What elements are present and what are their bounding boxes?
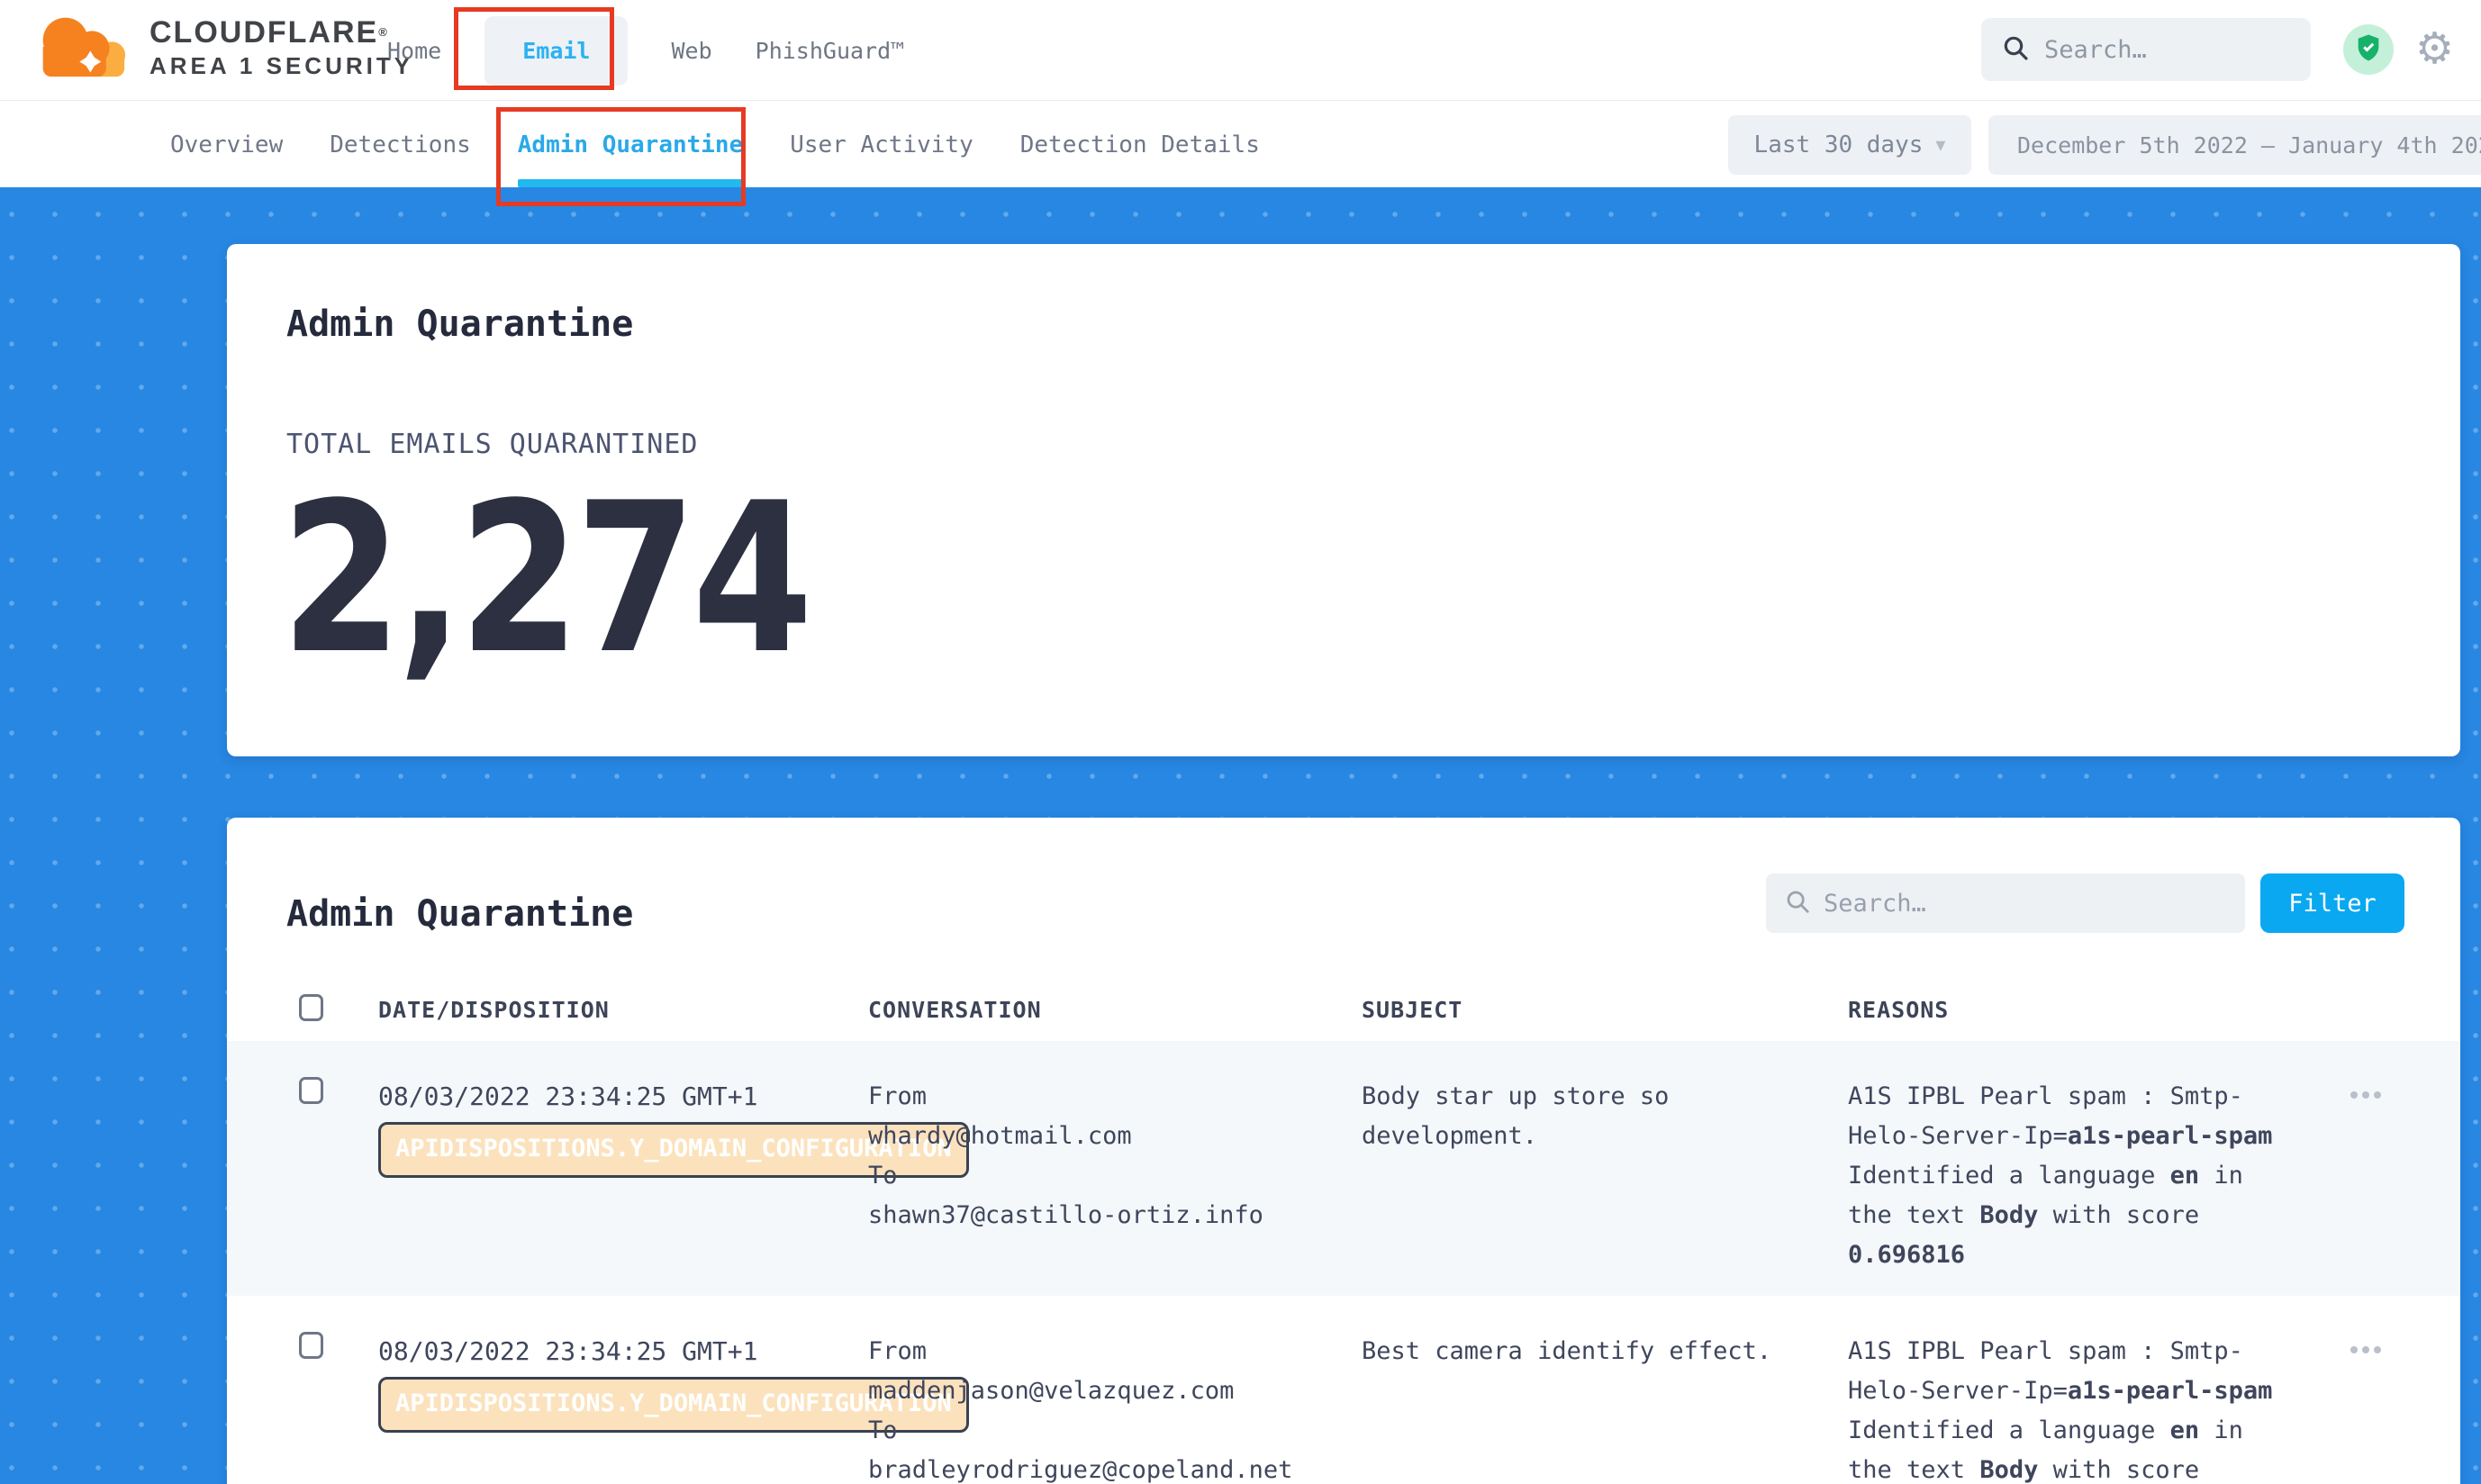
column-header-subject: SUBJECT — [1362, 997, 1848, 1023]
shield-check-icon — [2353, 32, 2384, 67]
conversation-cell: From maddenjason@velazquez.com To bradle… — [868, 1332, 1336, 1484]
subject-cell: Best camera identify effect. — [1362, 1332, 1812, 1484]
header-search — [1981, 18, 2311, 81]
column-header-reasons: REASONS — [1848, 997, 2334, 1023]
table-body: 08/03/2022 23:34:25 GMT+1 From whardy@ho… — [227, 1041, 2460, 1484]
email-sub-navigation: Overview Detections Admin Quarantine Use… — [0, 102, 2481, 187]
table-header-row: DATE/DISPOSITION CONVERSATION SUBJECT RE… — [227, 978, 2460, 1041]
quarantine-table-card: Admin Quarantine Filter DATE/DISPOSITION… — [227, 818, 2460, 1484]
table-row: 08/03/2022 23:34:25 GMT+1 From whardy@ho… — [227, 1041, 2460, 1296]
header-search-input[interactable] — [2044, 36, 2296, 64]
cloudflare-cloud-icon — [29, 9, 137, 86]
table-search — [1766, 873, 2245, 933]
nav-item-email[interactable]: Email — [484, 16, 628, 86]
table-search-input[interactable] — [1824, 890, 2166, 918]
gear-icon[interactable]: ⚙ — [2415, 22, 2454, 76]
tab-detection-details[interactable]: Detection Details — [1020, 102, 1260, 187]
brand-subtitle: AREA 1 SECURITY — [149, 52, 413, 79]
table-card-title: Admin Quarantine — [286, 893, 633, 935]
quarantine-table: DATE/DISPOSITION CONVERSATION SUBJECT RE… — [227, 978, 2460, 1484]
column-header-conversation: CONVERSATION — [868, 997, 1362, 1023]
metric-value: 2,274 — [281, 471, 809, 689]
row-checkbox[interactable] — [299, 1332, 323, 1359]
tab-admin-quarantine[interactable]: Admin Quarantine — [518, 102, 743, 187]
caret-down-icon: ▾ — [1935, 134, 1945, 157]
reasons-cell: A1S IPBL Pearl spam : Smtp-Helo-Server-I… — [1848, 1332, 2298, 1484]
nav-item-phishguard[interactable]: PhishGuard™ — [756, 38, 905, 64]
cloudflare-logo[interactable]: CLOUDFLARE® AREA 1 SECURITY — [29, 9, 413, 86]
date-range-picker[interactable]: December 5th 2022 — January 4th 2023 — [1988, 115, 2481, 175]
column-header-date: DATE/DISPOSITION — [378, 997, 868, 1023]
summary-card-title: Admin Quarantine — [286, 303, 633, 345]
row-overflow-menu-icon[interactable] — [2350, 1091, 2433, 1099]
row-checkbox[interactable] — [299, 1077, 323, 1104]
security-status-button[interactable] — [2343, 24, 2394, 75]
search-icon — [1784, 888, 1811, 918]
search-icon — [2001, 33, 2030, 66]
nav-item-web[interactable]: Web — [671, 38, 711, 64]
app-header: CLOUDFLARE® AREA 1 SECURITY Home Email W… — [0, 0, 2481, 101]
tab-user-activity[interactable]: User Activity — [790, 102, 973, 187]
top-navigation: Home Email Web PhishGuard™ — [387, 0, 904, 101]
subject-cell: Body star up store so development. — [1362, 1077, 1812, 1278]
tab-overview[interactable]: Overview — [170, 102, 283, 187]
tab-detections[interactable]: Detections — [330, 102, 471, 187]
select-all-checkbox[interactable] — [299, 994, 323, 1021]
reasons-cell: A1S IPBL Pearl spam : Smtp-Helo-Server-I… — [1848, 1077, 2298, 1278]
table-row: 08/03/2022 23:34:25 GMT+1 From maddenjas… — [227, 1296, 2460, 1484]
conversation-cell: From whardy@hotmail.com To shawn37@casti… — [868, 1077, 1336, 1278]
metric-label: TOTAL EMAILS QUARANTINED — [286, 429, 698, 460]
row-overflow-menu-icon[interactable] — [2350, 1346, 2433, 1353]
brand-name: CLOUDFLARE® — [149, 15, 389, 50]
page-background: Admin Quarantine TOTAL EMAILS QUARANTINE… — [0, 187, 2481, 1484]
nav-item-home[interactable]: Home — [387, 38, 441, 64]
summary-card: Admin Quarantine TOTAL EMAILS QUARANTINE… — [227, 244, 2460, 756]
time-range-dropdown[interactable]: Last 30 days ▾ — [1728, 115, 1971, 175]
filter-button[interactable]: Filter — [2260, 873, 2404, 933]
